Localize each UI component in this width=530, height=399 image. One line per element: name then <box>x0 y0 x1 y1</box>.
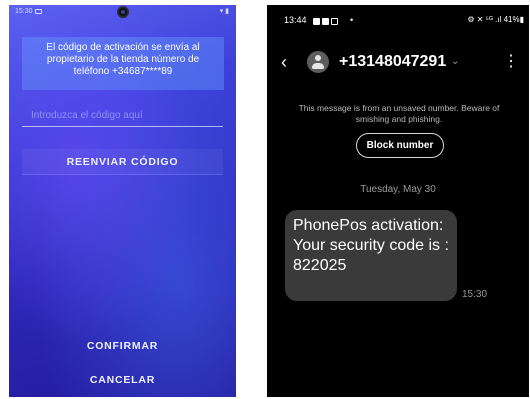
block-number-button[interactable]: Block number <box>356 133 444 158</box>
message-bubble[interactable]: PhonePos activation: Your security code … <box>285 210 457 301</box>
resend-code-button[interactable]: REENVIAR CÓDIGO <box>22 149 223 175</box>
activation-code-input[interactable] <box>22 105 223 127</box>
chat-notification-icon <box>331 18 338 25</box>
activation-info-text: El código de activación se envía al prop… <box>46 42 200 77</box>
activation-screen: 15:30 ▾ ▮ El código de activación se env… <box>9 5 236 397</box>
more-options-icon[interactable]: ⋮ <box>503 52 519 72</box>
notification-icon <box>322 18 329 25</box>
conversation-header: ‹ +13148047291 ⌄ ⋮ <box>267 49 529 75</box>
notification-icons <box>313 16 340 28</box>
cancel-button[interactable]: CANCELAR <box>22 369 223 391</box>
contact-phone-number[interactable]: +13148047291 <box>339 52 446 72</box>
contact-avatar-icon[interactable] <box>307 51 329 73</box>
status-time: 15:30 <box>15 8 33 15</box>
status-bar: 13:44 • ⚙ ✕ ⁵ᴳ .ıl 41%▮ <box>267 14 529 26</box>
status-icons: ▾ ▮ <box>219 8 229 15</box>
back-icon[interactable]: ‹ <box>281 52 297 72</box>
notification-icon <box>313 18 320 25</box>
confirm-button[interactable]: CONFIRMAR <box>22 335 223 357</box>
message-text: PhonePos activation: Your security code … <box>293 217 449 274</box>
chevron-down-icon[interactable]: ⌄ <box>451 55 459 69</box>
activation-info-banner: El código de activación se envía al prop… <box>22 37 224 90</box>
status-dot: • <box>350 15 354 25</box>
status-time: 13:44 <box>284 15 307 25</box>
message-timestamp: 15:30 <box>462 289 488 300</box>
status-icons: ⚙ ✕ ⁵ᴳ .ıl 41%▮ <box>467 15 524 24</box>
front-camera-icon <box>117 6 129 18</box>
message-notification-icon <box>35 9 42 14</box>
unsaved-number-warning: This message is from an unsaved number. … <box>298 103 500 124</box>
sms-conversation-screen: 13:44 • ⚙ ✕ ⁵ᴳ .ıl 41%▮ ‹ +13148047291 ⌄… <box>267 5 529 397</box>
date-separator: Tuesday, May 30 <box>360 184 436 195</box>
